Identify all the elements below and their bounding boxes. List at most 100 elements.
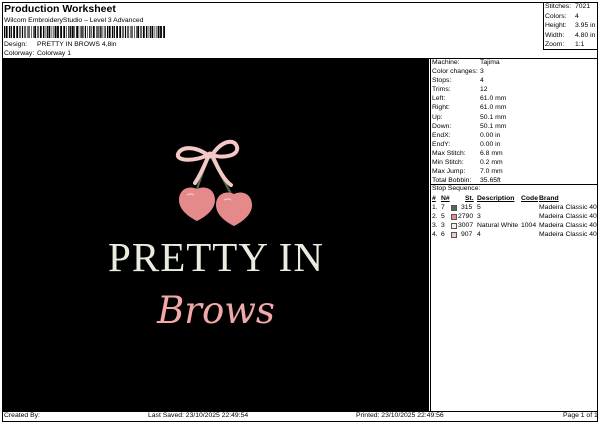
barcode-bar <box>29 26 30 38</box>
colorway-row: Colorway: Colorway 1 <box>4 50 71 57</box>
spec-machine: Machine: Tajima <box>432 59 500 66</box>
barcode-bar <box>163 26 165 38</box>
barcode-bar <box>43 26 45 38</box>
software-name: Wilcom EmbroideryStudio – Level 3 Advanc… <box>4 17 144 24</box>
barcode-bar <box>111 26 114 38</box>
barcode-bar <box>8 26 11 38</box>
barcode-bar <box>44 26 46 38</box>
barcode-bar <box>46 26 48 38</box>
design-text-pretty-in: PRETTY IN <box>108 234 324 280</box>
barcode-bar <box>48 26 51 38</box>
barcode-bar <box>91 26 92 38</box>
design-label: Design: <box>4 41 28 48</box>
barcode-bar <box>24 26 26 38</box>
barcode-bar <box>87 26 88 38</box>
barcode-bar <box>107 26 109 38</box>
barcode-bar <box>119 26 122 38</box>
barcode-bar <box>34 26 37 38</box>
spec-max-stitch: Max Stitch: 6.8 mm <box>432 149 503 157</box>
last-saved: Last Saved: 23/10/2025 22:49:54 <box>148 412 249 419</box>
barcode-bar <box>154 26 156 38</box>
barcode-bar <box>98 26 99 38</box>
stop-row: 3. 3 3007 Natural White 1004 Madeira Cla… <box>432 222 597 229</box>
color-swatch <box>451 232 457 238</box>
barcode-bar <box>37 26 39 38</box>
colorway-value: Colorway 1 <box>37 50 71 57</box>
barcode-bar <box>149 26 151 38</box>
stat-width: Width: 4.80 in <box>545 31 596 39</box>
barcode-bar <box>142 26 145 38</box>
barcode-bar <box>160 26 162 38</box>
barcode-bar <box>13 26 15 38</box>
stat-height: Height: 3.95 in <box>545 22 596 30</box>
barcode-bar <box>99 26 101 38</box>
spec-up: Up: 50.1 mm <box>432 113 507 121</box>
spec-endy: EndY: 0.00 in <box>432 140 501 148</box>
barcode-bar <box>137 26 140 38</box>
stats-divider <box>543 2 544 49</box>
barcode-bar <box>96 26 97 38</box>
spec-right: Right: 61.0 mm <box>432 104 507 112</box>
barcode-bar <box>157 26 160 38</box>
colorway-label: Colorway: <box>4 50 35 57</box>
barcode-bar <box>39 26 42 38</box>
barcode <box>4 26 165 38</box>
stat-stitches: Stitches: 7021 <box>545 3 591 10</box>
barcode-bar <box>92 26 95 38</box>
barcode-bar <box>116 26 118 38</box>
barcode-bar <box>89 26 91 38</box>
cherry-left <box>179 187 215 221</box>
barcode-bar <box>51 26 53 38</box>
machine-specs: Machine: Tajima Color changes: 3 Stops: 4 T… <box>432 59 597 186</box>
barcode-bar <box>10 26 12 38</box>
barcode-bar <box>122 26 124 38</box>
barcode-bar <box>84 26 86 38</box>
barcode-bar <box>53 26 55 38</box>
color-swatch <box>451 223 457 229</box>
barcode-bar <box>97 26 98 38</box>
barcode-bar <box>66 26 67 38</box>
stop-row: 4. 6 907 4 Madeira Classic 40 <box>432 231 597 238</box>
barcode-bar <box>134 26 135 38</box>
barcode-bar <box>129 26 131 38</box>
stat-zoom: Zoom: 1:1 <box>545 41 585 49</box>
spec-left: Left: 61.0 mm <box>432 95 507 103</box>
barcode-bar <box>124 26 127 38</box>
barcode-bar <box>21 26 24 38</box>
spec-stops: Stops: 4 <box>432 77 484 85</box>
stat-colors: Colors: 4 <box>545 12 579 20</box>
barcode-bar <box>26 26 28 38</box>
page-number: Page 1 of 1 <box>563 412 598 419</box>
bow-knot <box>206 151 214 159</box>
spec-trims: Trims: 12 <box>432 86 488 94</box>
barcode-bar <box>19 26 21 38</box>
barcode-bar <box>104 26 106 38</box>
color-swatch <box>451 214 457 220</box>
design-preview: PRETTY IN Brows <box>3 59 429 411</box>
cherry-right <box>216 192 252 226</box>
barcode-bar <box>33 26 34 38</box>
barcode-bar <box>57 26 59 38</box>
barcode-bar <box>28 26 29 38</box>
stop-sequence-title: Stop Sequence: <box>432 185 481 192</box>
barcode-bar <box>54 26 57 38</box>
barcode-bar <box>4 26 6 38</box>
barcode-bar <box>146 26 148 38</box>
barcode-bar <box>78 26 80 38</box>
stats-panel: Stitches: 7021 Colors: 4 Height: 3.95 in Wi… <box>545 3 597 51</box>
barcode-bar <box>74 26 75 38</box>
stop-row: 2. 5 2790 3 Madeira Classic 40 <box>432 213 597 220</box>
canvas-divider <box>430 58 431 411</box>
barcode-bar <box>70 26 72 38</box>
barcode-bar <box>60 26 62 38</box>
stop-sequence-header: # N# St. Description Code Brand <box>432 195 559 202</box>
design-value: PRETTY IN BROWS 4,8in <box>37 41 117 48</box>
color-swatch <box>451 205 457 211</box>
barcode-bar <box>80 26 82 38</box>
created-by: Created By: <box>4 412 40 419</box>
stop-row: 1. 7 315 5 Madeira Classic 40 <box>432 204 597 211</box>
printed-date: Printed: 23/10/2025 22:49:56 <box>356 412 444 419</box>
barcode-bar <box>136 26 137 38</box>
barcode-bar <box>156 26 158 38</box>
barcode-bar <box>151 26 154 38</box>
